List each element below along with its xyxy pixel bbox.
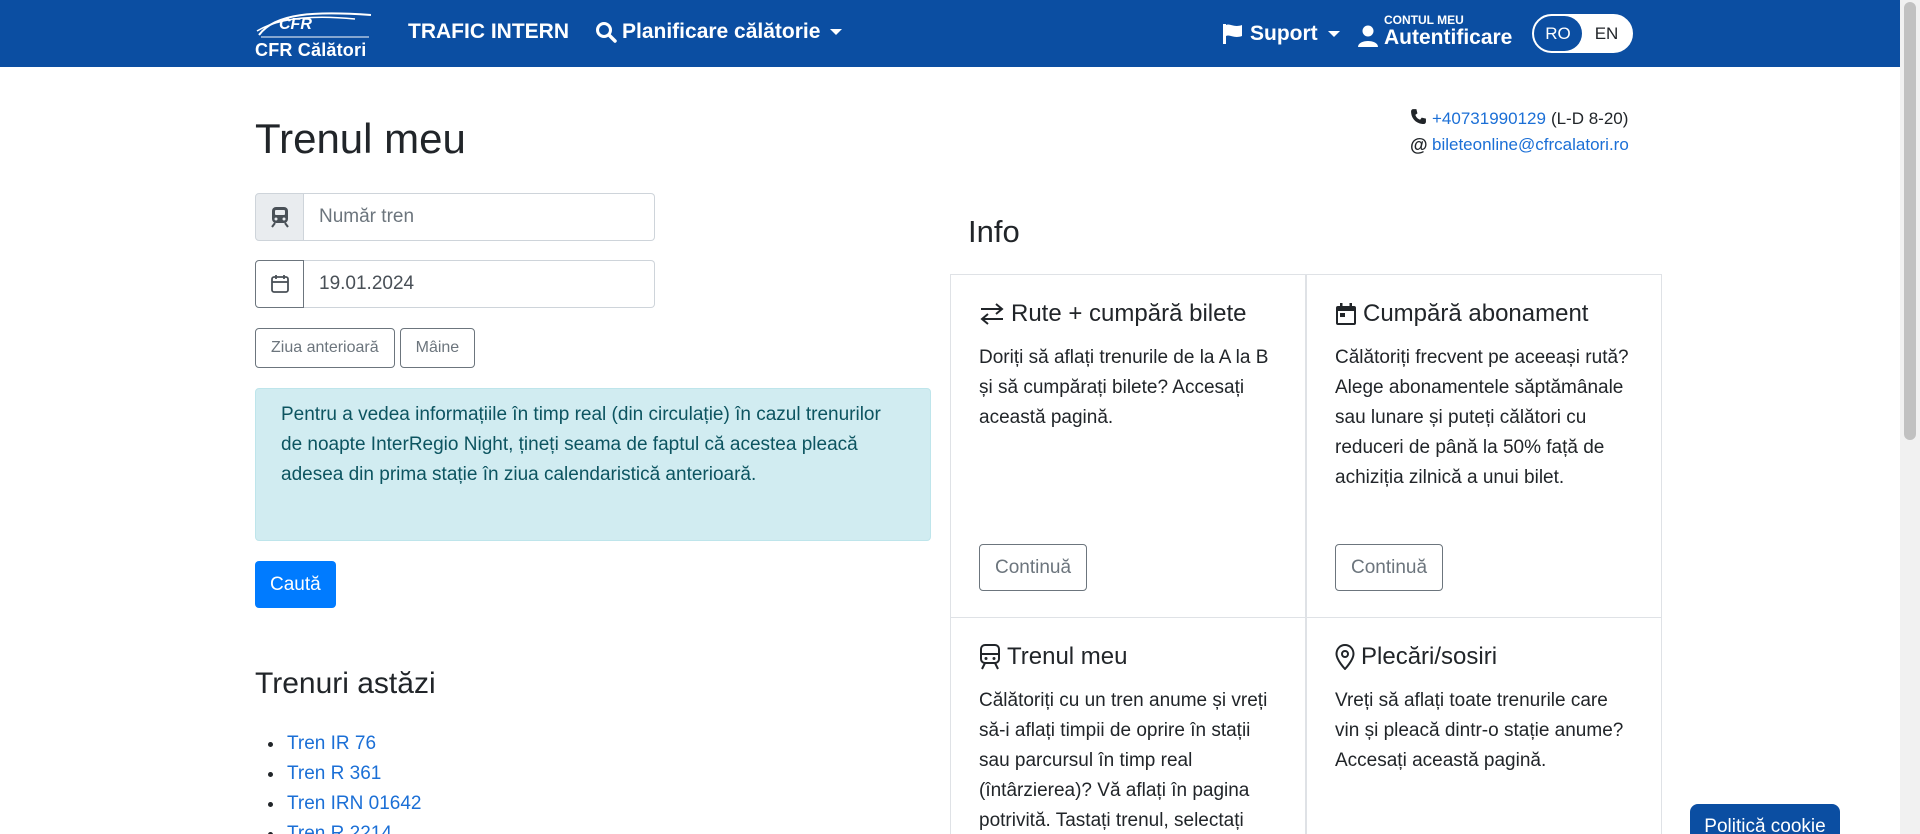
- train-number-group: [255, 193, 655, 241]
- autentificare-label: Autentificare: [1384, 26, 1513, 49]
- date-input[interactable]: [304, 260, 655, 308]
- card-title: Trenul meu: [979, 643, 1128, 671]
- top-navbar: CFR CFR Călători TRAFIC INTERN Planifica…: [0, 0, 1900, 67]
- today-trains-list: Tren IR 76 Tren R 361 Tren IRN 01642 Tre…: [285, 729, 421, 834]
- list-item: Tren IR 76: [285, 729, 421, 759]
- flag-icon: [1223, 24, 1242, 44]
- date-group: [255, 260, 655, 308]
- next-day-button[interactable]: Mâine: [399, 328, 476, 368]
- scrollbar-thumb[interactable]: [1904, 2, 1916, 440]
- page-title: Trenul meu: [255, 115, 466, 162]
- cookie-policy-button[interactable]: Politică cookie: [1690, 804, 1840, 834]
- card-rute-bilete: Rute + cumpără bilete Doriți să aflați t…: [950, 274, 1306, 618]
- user-icon: [1358, 25, 1378, 47]
- lang-en-option[interactable]: EN: [1582, 16, 1631, 51]
- train-link[interactable]: Tren R 2214: [287, 823, 392, 834]
- continue-button[interactable]: Continuă: [1335, 544, 1444, 591]
- list-item: Tren R 2214: [285, 819, 421, 834]
- card-abonament: Cumpără abonament Călătoriți frecvent pe…: [1306, 274, 1662, 618]
- logo-text: CFR Călători: [255, 40, 367, 60]
- card-title: Rute + cumpără bilete: [979, 300, 1246, 328]
- calendar-icon[interactable]: [255, 260, 304, 308]
- phone-hours: (L-D 8-20): [1550, 109, 1629, 128]
- previous-day-button[interactable]: Ziua anterioară: [255, 328, 395, 368]
- map-pin-icon: [1335, 644, 1355, 670]
- nav-planificare-label: Planificare călătorie: [622, 20, 821, 43]
- card-title-text: Cumpără abonament: [1363, 300, 1589, 327]
- search-icon: [596, 22, 617, 43]
- train-link[interactable]: Tren IRN 01642: [287, 793, 421, 814]
- exchange-arrows-icon: [980, 303, 1004, 325]
- svg-text:CFR: CFR: [279, 16, 312, 33]
- card-title-text: Trenul meu: [1007, 643, 1128, 670]
- card-title: Plecări/sosiri: [1335, 643, 1497, 671]
- card-text: Călătoriți frecvent pe aceeași rută? Ale…: [1335, 347, 1629, 488]
- language-toggle[interactable]: RO EN: [1532, 14, 1633, 53]
- nav-suport-label: Suport: [1250, 22, 1318, 45]
- night-train-alert: Pentru a vedea informațiile în timp real…: [255, 388, 931, 541]
- train-number-input[interactable]: [304, 193, 655, 241]
- cfr-calatori-logo[interactable]: CFR CFR Călători: [255, 9, 373, 60]
- train-icon: [980, 644, 1000, 670]
- card-text: Călătoriți cu un tren anume și vreți să-…: [979, 690, 1268, 831]
- today-trains-title: Trenuri astăzi: [255, 667, 436, 700]
- info-title: Info: [968, 214, 1020, 249]
- list-item: Tren IRN 01642: [285, 789, 421, 819]
- email-link[interactable]: bileteonline@cfrcalatori.ro: [1432, 132, 1629, 158]
- contact-info: +40731990129 (L-D 8-20) @ bileteonline@c…: [1410, 106, 1629, 158]
- cfr-logo-icon: CFR: [256, 12, 372, 38]
- card-text: Doriți să aflați trenurile de la A la B …: [979, 347, 1269, 428]
- calendar-icon: [1336, 303, 1356, 325]
- card-text: Vreți să aflați toate trenurile care vin…: [1335, 690, 1624, 771]
- search-button[interactable]: Caută: [255, 561, 336, 608]
- at-icon: @: [1410, 135, 1428, 155]
- card-trenul-meu: Trenul meu Călătoriți cu un tren anume ș…: [950, 617, 1306, 834]
- nav-contul-meu[interactable]: CONTUL MEU Autentificare: [1358, 14, 1512, 49]
- nav-trafic-intern[interactable]: TRAFIC INTERN: [408, 20, 569, 44]
- page-scrollbar[interactable]: [1900, 0, 1920, 834]
- card-plecari-sosiri: Plecări/sosiri Vreți să aflați toate tre…: [1306, 617, 1662, 834]
- nav-suport[interactable]: Suport: [1222, 22, 1340, 46]
- day-navigation: Ziua anterioară Mâine: [255, 328, 476, 368]
- card-title: Cumpără abonament: [1335, 300, 1588, 328]
- nav-planificare-calatorie[interactable]: Planificare călătorie: [595, 20, 843, 44]
- phone-link[interactable]: +40731990129: [1432, 106, 1546, 132]
- continue-button[interactable]: Continuă: [979, 544, 1088, 591]
- train-icon: [255, 193, 304, 241]
- chevron-down-icon: [1327, 31, 1340, 37]
- chevron-down-icon: [830, 29, 843, 35]
- train-link[interactable]: Tren R 361: [287, 763, 381, 784]
- card-title-text: Rute + cumpără bilete: [1011, 300, 1247, 327]
- phone-icon: [1410, 106, 1432, 132]
- lang-ro-option[interactable]: RO: [1534, 16, 1582, 51]
- card-title-text: Plecări/sosiri: [1361, 643, 1498, 670]
- train-link[interactable]: Tren IR 76: [287, 733, 376, 754]
- list-item: Tren R 361: [285, 759, 421, 789]
